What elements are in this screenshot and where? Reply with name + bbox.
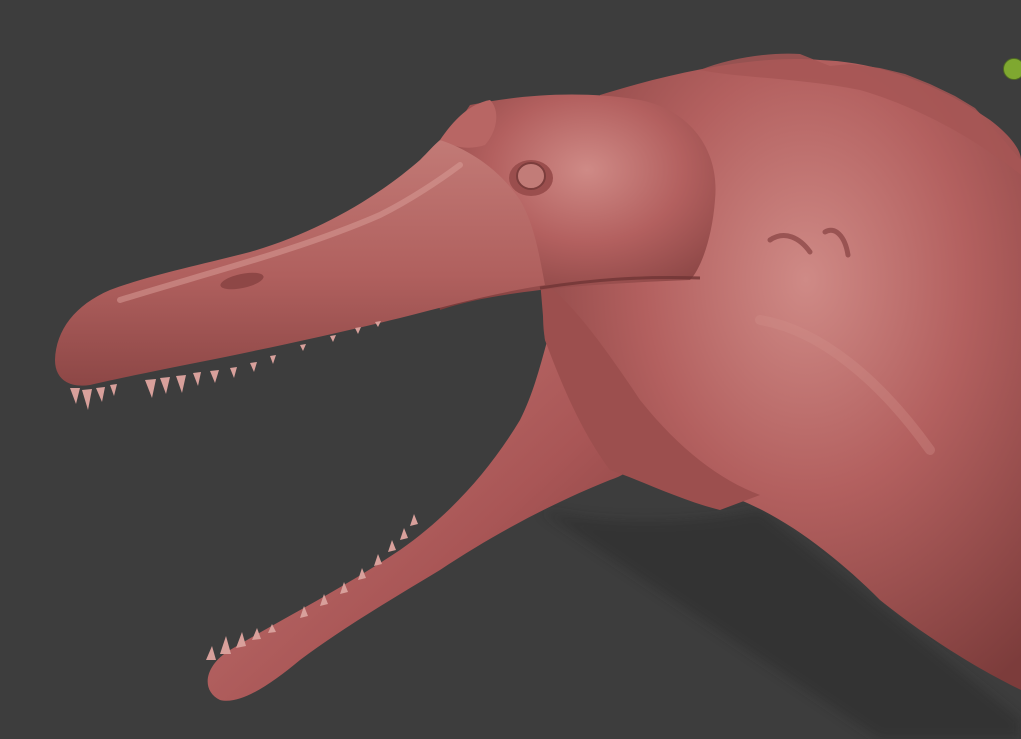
skull-crest — [440, 100, 497, 148]
upper-snout — [55, 140, 545, 386]
sculpt-scene — [55, 53, 1021, 739]
eye-icon — [516, 162, 546, 190]
3d-viewport[interactable] — [0, 0, 1021, 739]
green-dot-icon[interactable] — [1003, 58, 1021, 80]
